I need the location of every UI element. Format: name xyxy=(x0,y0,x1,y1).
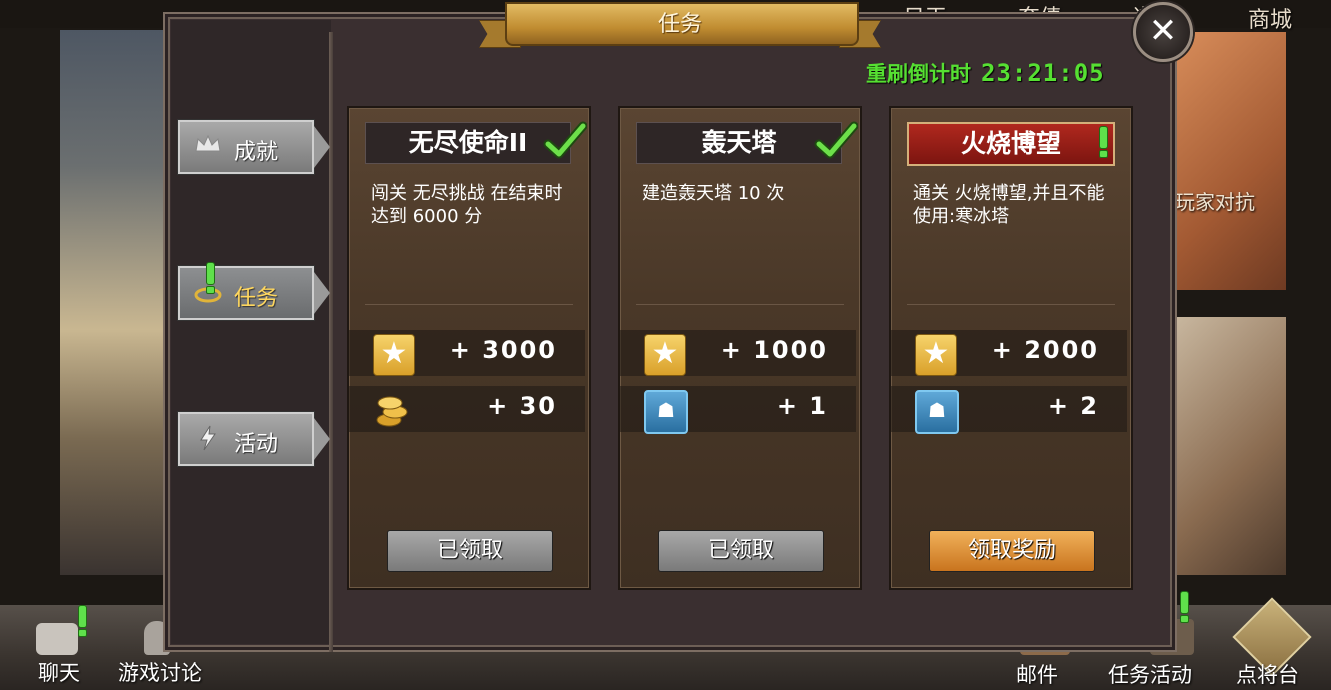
reward-row: + 30 xyxy=(349,386,585,432)
general-stage-label[interactable]: 点将台 xyxy=(1236,659,1299,689)
reward-row: ★ + 3000 xyxy=(349,330,585,376)
lightning-icon xyxy=(194,425,222,451)
title-banner: 任务 xyxy=(479,2,881,52)
refresh-time: 23:21:05 xyxy=(981,59,1105,87)
background-battle-art[interactable] xyxy=(1172,317,1286,575)
quest-card: 轰天塔 建造轰天塔 10 次 ★ + 1000 ☗ + 1 已领取 xyxy=(618,106,862,590)
reward-value: + 2 xyxy=(1047,392,1099,420)
refresh-countdown: 重刷倒计时 23:21:05 xyxy=(866,58,1105,88)
tiger-card-icon: ☗ xyxy=(644,390,688,434)
checkmark-icon xyxy=(543,121,587,159)
tab-column xyxy=(171,20,331,644)
tab-quests[interactable]: 任务 xyxy=(178,262,330,320)
reward-value: + 1 xyxy=(776,392,828,420)
shop-nav-item[interactable]: 商城 xyxy=(1248,2,1292,34)
star-icon: ★ xyxy=(373,334,415,376)
chat-icon[interactable] xyxy=(36,623,78,655)
column-divider xyxy=(329,32,333,652)
tab-label: 成就 xyxy=(234,140,279,165)
reward-row: ☗ + 1 xyxy=(620,386,856,434)
mail-label[interactable]: 邮件 xyxy=(1016,659,1058,689)
tiger-card-icon: ☗ xyxy=(915,390,959,434)
background-hero-art xyxy=(60,30,170,575)
chat-label[interactable]: 聊天 xyxy=(38,657,80,687)
quest-description: 通关 火烧博望,并且不能使用:寒冰塔 xyxy=(913,183,1105,227)
quest-activity-label[interactable]: 任务活动 xyxy=(1108,659,1192,689)
divider xyxy=(636,304,844,305)
claimed-button[interactable]: 已领取 xyxy=(387,530,553,572)
quest-title: 火烧博望 xyxy=(907,122,1115,166)
coin-icon xyxy=(373,390,413,430)
star-icon: ★ xyxy=(915,334,957,376)
divider xyxy=(907,304,1115,305)
reward-value: + 2000 xyxy=(991,336,1099,364)
divider xyxy=(365,304,573,305)
reward-value: + 1000 xyxy=(720,336,828,364)
close-icon: ✕ xyxy=(1148,11,1178,51)
star-icon: ★ xyxy=(644,334,686,376)
dialog-title: 任务 xyxy=(657,12,702,37)
close-button[interactable]: ✕ xyxy=(1133,2,1193,62)
reward-row: ☗ + 2 xyxy=(891,386,1127,434)
reward-row: ★ + 2000 xyxy=(891,330,1127,376)
reward-value: + 3000 xyxy=(449,336,557,364)
alert-icon xyxy=(204,262,215,294)
alert-icon xyxy=(1178,591,1189,623)
refresh-label: 重刷倒计时 xyxy=(866,62,971,86)
discussion-label[interactable]: 游戏讨论 xyxy=(118,657,202,687)
quest-title: 无尽使命II xyxy=(365,122,571,164)
claim-reward-button[interactable]: 领取奖励 xyxy=(929,530,1095,572)
alert-icon xyxy=(76,605,87,637)
tab-label: 任务 xyxy=(234,286,279,311)
pvp-label: 玩家对抗 xyxy=(1175,190,1255,214)
reward-value: + 30 xyxy=(487,392,557,420)
quest-card: 火烧博望 通关 火烧博望,并且不能使用:寒冰塔 ★ + 2000 ☗ + 2 领… xyxy=(889,106,1133,590)
quest-title: 轰天塔 xyxy=(636,122,842,164)
reward-row: ★ + 1000 xyxy=(620,330,856,376)
background-pvp-art[interactable] xyxy=(1172,32,1286,290)
tab-achievements[interactable]: 成就 xyxy=(178,120,330,174)
alert-icon xyxy=(1097,126,1108,158)
crown-icon xyxy=(194,133,222,159)
quest-description: 建造轰天塔 10 次 xyxy=(642,183,785,204)
quest-description: 闯关 无尽挑战 在结束时达到 6000 分 xyxy=(371,183,563,227)
tab-label: 活动 xyxy=(234,432,279,457)
checkmark-icon xyxy=(814,121,858,159)
tab-events[interactable]: 活动 xyxy=(178,412,330,466)
claimed-button[interactable]: 已领取 xyxy=(658,530,824,572)
quest-card: 无尽使命II 闯关 无尽挑战 在结束时达到 6000 分 ★ + 3000 + … xyxy=(347,106,591,590)
